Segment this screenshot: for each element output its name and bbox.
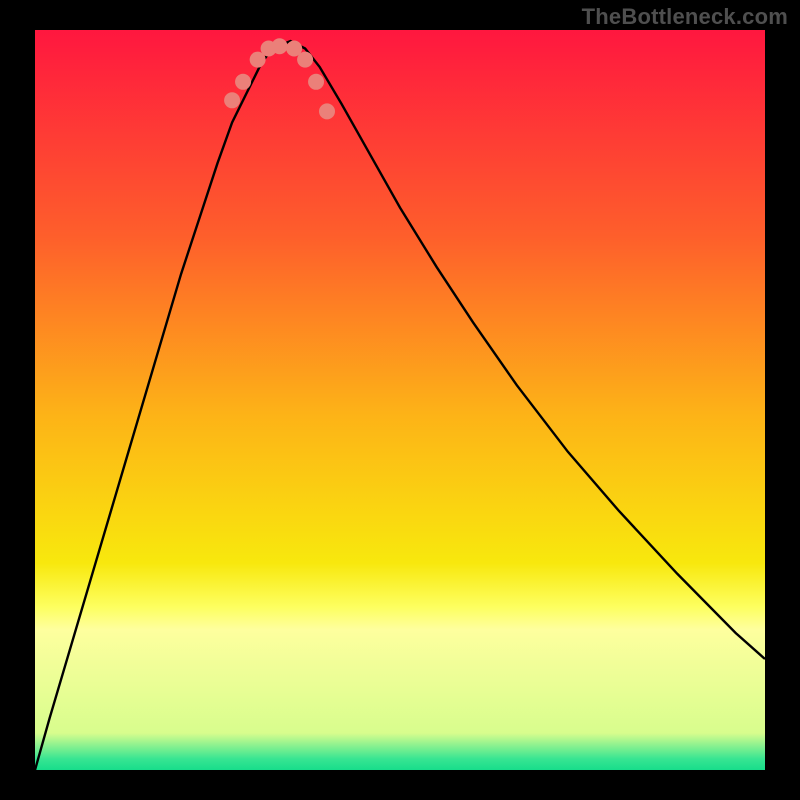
chart-frame: TheBottleneck.com — [0, 0, 800, 800]
data-dot — [272, 38, 288, 54]
data-dot — [224, 92, 240, 108]
data-dot — [235, 74, 251, 90]
bottleneck-chart — [0, 0, 800, 800]
data-dot — [319, 103, 335, 119]
data-dot — [308, 74, 324, 90]
data-dot — [297, 52, 313, 68]
